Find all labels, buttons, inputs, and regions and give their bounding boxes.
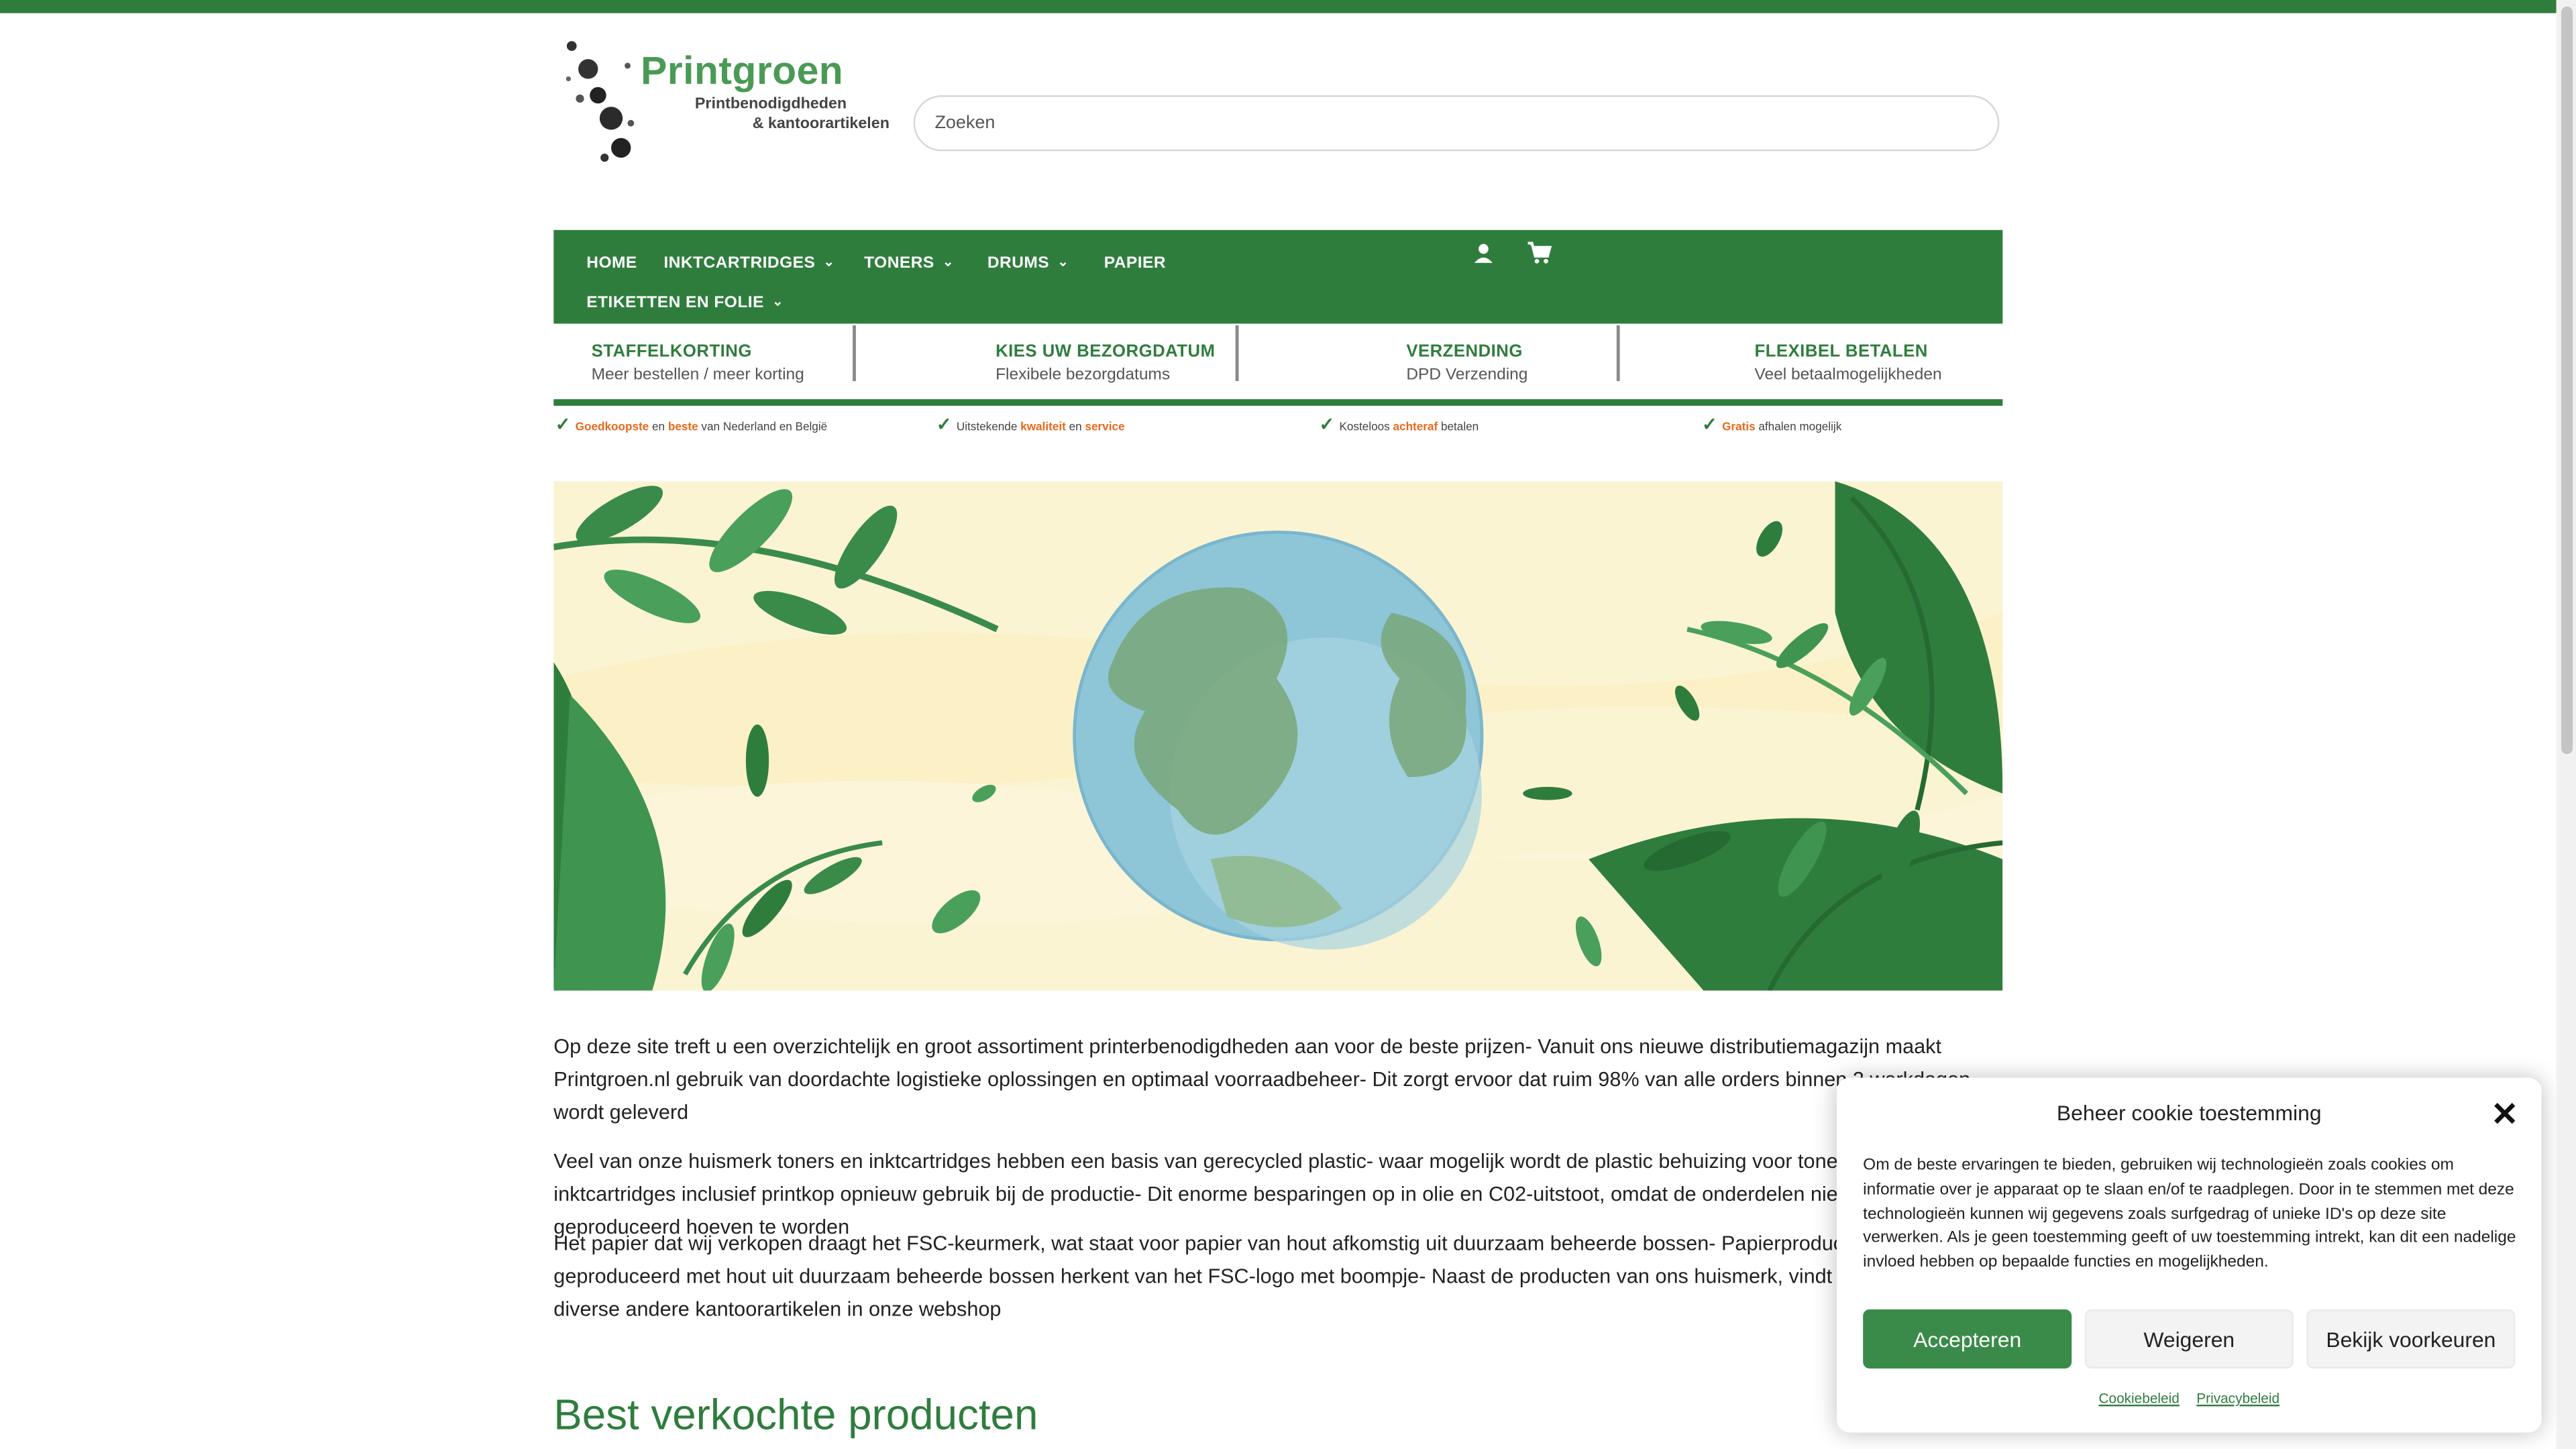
check-part: service: [1085, 422, 1125, 434]
usp-subtitle: DPD Verzending: [1406, 366, 1528, 385]
usp-staffelkorting: STAFFELKORTING Meer bestellen / meer kor…: [592, 341, 804, 397]
scrollbar[interactable]: [2556, 0, 2576, 1449]
check-part: beste: [667, 422, 698, 434]
preferences-button[interactable]: Bekijk voorkeuren: [2306, 1309, 2516, 1368]
check-item: ✓ Kosteloos achteraf betalen: [1320, 414, 1479, 435]
nav-item-inktcartridges[interactable]: INKTCARTRIDGES ⌄: [663, 255, 835, 273]
check-part: en: [1065, 422, 1085, 434]
privacy-policy-link[interactable]: Privacybeleid: [2196, 1390, 2279, 1406]
logo-subtitle-2: & kantoorartikelen: [752, 115, 890, 133]
chevron-down-icon: ⌄: [942, 254, 954, 270]
divider: [1616, 325, 1620, 382]
check-part: achteraf: [1393, 422, 1438, 434]
check-part: Goedkoopste: [575, 422, 649, 434]
check-part: van Nederland en België: [698, 422, 828, 434]
chevron-down-icon: ⌄: [772, 294, 784, 309]
chevron-down-icon: ⌄: [823, 254, 835, 270]
checkmark-icon: ✓: [555, 415, 571, 435]
logo-title: Printgroen: [641, 49, 844, 94]
check-part: en: [649, 422, 668, 434]
check-part: Uitstekende: [956, 422, 1021, 434]
earth-illustration: [553, 481, 2003, 991]
cookie-text: Om de beste ervaringen te bieden, gebrui…: [1863, 1157, 2516, 1272]
nav-label: DRUMS: [987, 254, 1050, 273]
hero-banner: [553, 481, 2003, 991]
logo-subtitle-1: Printbenodigdheden: [694, 95, 847, 113]
intro-paragraph-1: Op deze site treft u een overzichtelijk …: [553, 1034, 1971, 1124]
checkmark-icon: ✓: [1319, 415, 1335, 435]
nav-item-etiketten[interactable]: ETIKETTEN EN FOLIE ⌄: [586, 294, 784, 312]
usp-subtitle: Meer bestellen / meer korting: [591, 366, 804, 385]
check-part: afhalen mogelijk: [1755, 422, 1842, 434]
nav-item-toners[interactable]: TONERS ⌄: [864, 255, 954, 273]
cookie-links: Cookiebeleid Privacybeleid: [1837, 1390, 2542, 1406]
nav-label: TONERS: [864, 254, 934, 273]
check-part: betalen: [1438, 422, 1479, 434]
usp-subtitle: Veel betaalmogelijkheden: [1754, 366, 1942, 385]
chevron-down-icon: ⌄: [1057, 254, 1069, 270]
divider: [853, 325, 856, 382]
nav-label: PAPIER: [1104, 254, 1167, 273]
nav-item-home[interactable]: HOME: [586, 255, 637, 273]
usp-title: KIES UW BEZORGDATUM: [996, 341, 1216, 362]
logo[interactable]: Printgroen Printbenodigdheden & kantoora…: [555, 33, 900, 168]
usp-title: VERZENDING: [1406, 341, 1523, 362]
check-part: Gratis: [1722, 422, 1756, 434]
usp-bezorgdatum: KIES UW BEZORGDATUM Flexibele bezorgdatu…: [996, 341, 1215, 397]
usp-title: STAFFELKORTING: [591, 341, 752, 362]
usp-underline: [553, 399, 2003, 406]
usp-verzending: VERZENDING DPD Verzending: [1406, 341, 1527, 397]
intro-paragraph-3: Het papier dat wij verkopen draagt het F…: [553, 1232, 1950, 1320]
check-part: kwaliteit: [1020, 422, 1066, 434]
scroll-thumb[interactable]: [2561, 6, 2573, 755]
usp-title: FLEXIBEL BETALEN: [1754, 341, 1928, 362]
nav-label: ETIKETTEN EN FOLIE: [586, 294, 764, 313]
checkmark-icon: ✓: [936, 415, 952, 435]
check-item: ✓ Goedkoopste en beste van Nederland en B…: [555, 414, 827, 435]
search-input[interactable]: [913, 95, 2000, 152]
cart-icon[interactable]: [1526, 241, 1552, 264]
deny-button[interactable]: Weigeren: [2084, 1309, 2294, 1368]
close-icon[interactable]: ✕: [2491, 1094, 2518, 1135]
page: Printgroen Printbenodigdheden & kantoora…: [0, 0, 2576, 1449]
cookie-consent-dialog: Beheer cookie toestemming ✕ Om de beste …: [1836, 1077, 2542, 1433]
check-part: Kosteloos: [1339, 422, 1393, 434]
cookie-title: Beheer cookie toestemming: [2056, 1100, 2322, 1126]
check-item: ✓ Uitstekende kwaliteit en service: [936, 414, 1125, 435]
checkmark-icon: ✓: [1702, 415, 1717, 435]
nav-item-papier[interactable]: PAPIER: [1104, 255, 1166, 273]
nav-label: HOME: [586, 254, 637, 273]
ink-splat-icon: [566, 41, 635, 162]
accept-button[interactable]: Accepteren: [1863, 1309, 2072, 1368]
main-nav: HOME INKTCARTRIDGES ⌄ TONERS ⌄ DRUMS ⌄ PAPI…: [553, 229, 2003, 324]
usp-subtitle: Flexibele bezorgdatums: [996, 366, 1171, 385]
account-icon[interactable]: [1472, 241, 1495, 264]
cookie-policy-link[interactable]: Cookiebeleid: [2098, 1390, 2179, 1406]
nav-label: INKTCARTRIDGES: [663, 254, 816, 273]
usp-flexibel-betalen: FLEXIBEL BETALEN Veel betaalmogelijkhede…: [1755, 341, 1942, 397]
divider: [1235, 325, 1239, 382]
nav-item-drums[interactable]: DRUMS ⌄: [987, 255, 1069, 273]
check-item: ✓ Gratis afhalen mogelijk: [1702, 414, 1841, 435]
top-accent-bar: [0, 0, 2557, 13]
section-heading: Best verkochte producten: [553, 1389, 1038, 1440]
